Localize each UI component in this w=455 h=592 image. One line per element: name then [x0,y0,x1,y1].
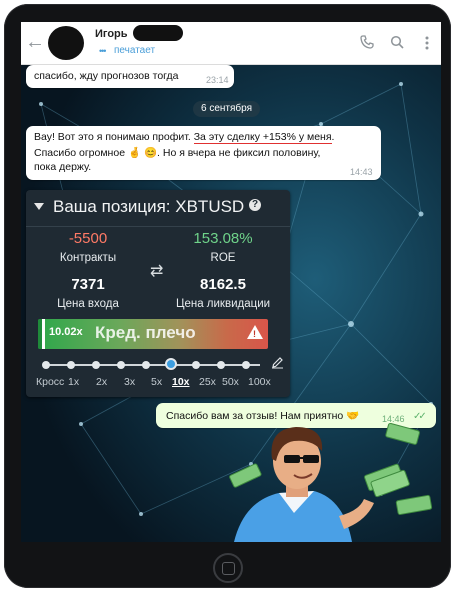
chat-screen: ← Игорь ••• печатает спасибо, жду прогно… [21,22,441,542]
typing-status: печатает [114,45,156,56]
swap-arrows-icon: ⇄ [150,263,164,280]
liquidation-price-label: Цена ликвидации [175,298,271,310]
message-text: . [331,131,335,143]
contracts-value: -5500 [68,230,108,247]
message-text: спасибо, жду прогнозов тогда [34,70,179,82]
slider-stop[interactable] [242,361,250,369]
leverage-slider-track[interactable] [44,364,260,366]
home-button[interactable] [213,553,243,583]
phone-icon[interactable] [359,35,375,51]
leverage-tick-selected[interactable]: 10x [172,376,190,388]
leverage-tick[interactable]: 2x [96,376,107,388]
leverage-marker [42,319,45,349]
avatar[interactable] [48,26,84,60]
message-incoming[interactable]: спасибо, жду прогнозов тогда 23:14 [26,65,234,88]
slider-handle[interactable] [165,358,177,370]
highlighted-text: За эту сделку +153% у меня [193,131,332,144]
leverage-tick[interactable]: 25x [199,376,216,388]
message-text: Вау! Вот это я понимаю профит. [34,131,194,143]
leverage-tick[interactable]: 1x [68,376,79,388]
edit-pencil-icon[interactable] [271,356,285,370]
contracts-label: Контракты [59,252,117,264]
collapse-triangle-icon[interactable] [34,203,44,210]
warning-mark: ! [253,329,256,339]
chat-header: ← Игорь ••• печатает [21,22,441,65]
leverage-tick[interactable]: 50x [222,376,239,388]
redaction-mask [133,25,183,41]
slider-stop[interactable] [92,361,100,369]
leverage-label: Кред. плечо [95,323,196,342]
slider-stop[interactable] [142,361,150,369]
roe-value: 153.08% [193,230,253,247]
message-time: 14:43 [350,167,373,177]
message-line: Вау! Вот это я понимаю профит. За эту сд… [34,131,335,144]
message-time: 23:14 [206,75,229,85]
more-vert-icon[interactable] [419,35,435,51]
date-separator: 6 сентября [193,101,261,117]
home-square-icon [221,561,235,575]
help-icon[interactable]: ? [249,199,261,211]
message-text: Спасибо огромное 🤞 😊. Но я вчера не фикс… [34,147,321,159]
entry-price-value: 7371 [71,276,105,293]
slider-stop[interactable] [217,361,225,369]
liquidation-price-value: 8162.5 [200,276,246,293]
entry-price-label: Цена входа [57,298,119,310]
leverage-tick[interactable]: Кросс [36,376,64,388]
contact-name[interactable]: Игорь [95,28,128,40]
leverage-tick[interactable]: 5x [151,376,162,388]
leverage-tick[interactable]: 100x [248,376,271,388]
tablet-frame: ← Игорь ••• печатает спасибо, жду прогно… [4,4,451,588]
back-arrow-icon[interactable]: ← [25,32,45,52]
search-icon[interactable] [389,35,405,51]
position-card[interactable]: Ваша позиция: XBTUSD ? -5500 Контракты 1… [26,190,290,397]
roe-label: ROE [210,252,236,264]
sticker-image[interactable] [224,421,434,542]
card-title: Ваша позиция: XBTUSD [53,197,245,216]
slider-stop[interactable] [117,361,125,369]
slider-stop[interactable] [67,361,75,369]
leverage-tick[interactable]: 3x [124,376,135,388]
typing-dots-icon: ••• [99,46,107,56]
leverage-bar: Кред. плечо 10.02x ! [38,319,268,349]
divider [26,226,290,227]
leverage-value: 10.02x [49,326,83,338]
slider-stop[interactable] [192,361,200,369]
message-incoming[interactable]: Вау! Вот это я понимаю профит. За эту сд… [26,126,381,180]
slider-stop[interactable] [42,361,50,369]
message-text: пока держу. [34,161,92,173]
